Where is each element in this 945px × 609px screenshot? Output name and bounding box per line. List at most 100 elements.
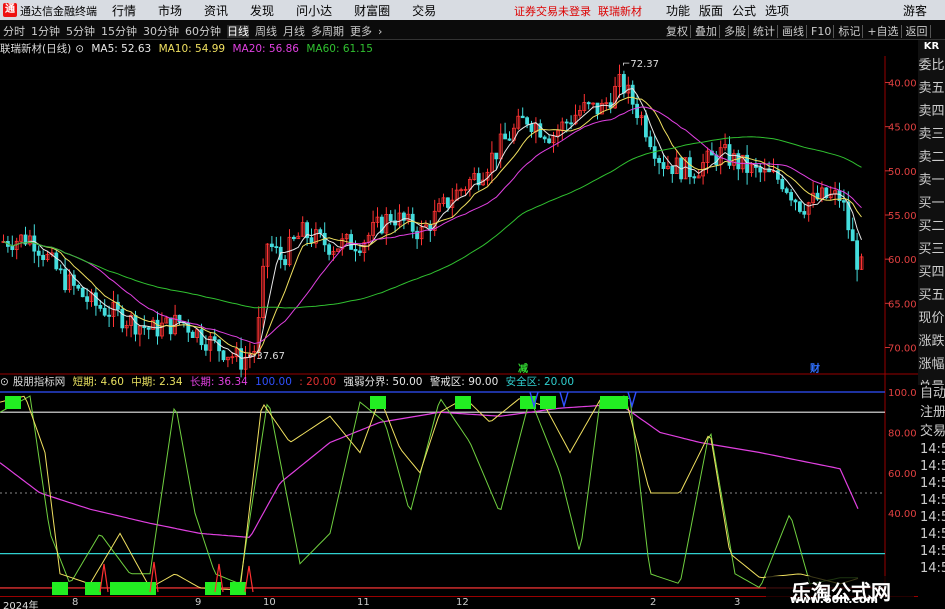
back-button[interactable]: 返回 [903,25,931,38]
period-toolbar: 分时 1分钟 5分钟 15分钟 30分钟 60分钟 日线 周线 月线 多周期 更多 › 复权 叠加 多股统… [0,20,945,40]
menu-item-trade[interactable]: 交易 [412,4,436,18]
f10-button[interactable]: F10 [809,25,835,38]
menu-item-market[interactable]: 市场 [158,4,182,18]
add-watchlist-button[interactable]: +自选 [865,25,902,38]
period-timeshare[interactable]: 分时 [3,25,25,38]
tick-time: 14:56 [920,527,945,542]
quote-change-pct[interactable]: 涨幅 [918,353,945,376]
draw-button[interactable]: 画线 [780,25,807,38]
signal-block [455,396,471,409]
chevron-right-icon[interactable]: › [378,25,382,38]
app-title: 通达信金融终端 [20,5,97,18]
quote-sell2[interactable]: 卖二 [918,146,945,169]
quote-sell3[interactable]: 卖三 [918,123,945,146]
candle-body [542,136,547,140]
quote-sell1[interactable]: 卖一 [918,169,945,192]
menu-item-discover[interactable]: 发现 [250,4,274,18]
y-tick-label: 55.00 [888,211,917,222]
indicator-name[interactable]: 股朋指标网 [13,376,66,388]
x-label-aug: 8 [72,597,79,608]
candle-body [85,296,89,302]
period-1min[interactable]: 1分钟 [31,25,60,38]
mark-button[interactable]: 标记 [836,25,864,38]
x-label-nov: 11 [357,597,370,608]
menu-item-layout[interactable]: 版面 [699,4,723,18]
event-marker-finance[interactable]: 财 [810,360,820,375]
quote-change[interactable]: 涨跌 [918,330,945,353]
menu-item-news[interactable]: 资讯 [204,4,228,18]
candle-body [309,237,314,244]
chart-area[interactable]: 100.0 80.00 60.00 40.00 70.00 65.00 60.00 55.0… [0,56,918,596]
candle-body [595,102,600,115]
menu-item-function[interactable]: 功能 [666,4,690,18]
period-5min[interactable]: 5分钟 [66,25,95,38]
tick-time: 14:56 [920,493,945,508]
trade-panel: 自动 注册 交易 14:56 14:56 14:56 14:56 14:56 1… [918,384,945,604]
settings-icon[interactable]: ⊙ [75,43,84,55]
event-marker-reduce[interactable]: 减 [518,360,528,375]
stats-button[interactable]: 统计 [751,25,778,38]
x-label-sep: 9 [195,597,202,608]
multi-stock-button[interactable]: 多股 [722,25,749,38]
quote-buy4[interactable]: 买四 [918,261,945,284]
menu-item-quotes[interactable]: 行情 [112,4,136,18]
period-multi[interactable]: 多周期 [311,25,344,38]
period-15min[interactable]: 15分钟 [101,25,137,38]
candle-body [388,214,393,222]
ind-y-tick-label: 40.00 [888,509,917,520]
signal-block [140,582,156,595]
menu-item-ask[interactable]: 问小达 [296,4,332,18]
trade-label[interactable]: 交易 [918,422,945,441]
candle-body [855,240,859,270]
candle-body [107,314,111,317]
param-short: 短期: 4.60 [72,376,124,388]
quote-buy5[interactable]: 买五 [918,284,945,307]
register-label[interactable]: 注册 [918,403,945,422]
menu-item-formula[interactable]: 公式 [732,4,756,18]
quote-buy1[interactable]: 买一 [918,192,945,215]
period-more[interactable]: 更多 [350,25,372,38]
stock-label[interactable]: 联瑞新材(日线) [0,43,71,55]
kr-tag: KR [923,41,940,52]
overlay-button[interactable]: 叠加 [693,25,720,38]
period-daily[interactable]: 日线 [227,25,249,38]
quote-sell5[interactable]: 卖五 [918,77,945,100]
candle-body [569,122,573,125]
indicator-settings-icon[interactable]: ⊙ [0,376,9,388]
guest-button[interactable]: 游客 [903,2,927,19]
period-monthly[interactable]: 月线 [283,25,305,38]
period-30min[interactable]: 30分钟 [143,25,179,38]
quote-buy2[interactable]: 买二 [918,215,945,238]
blue-spike [627,391,637,409]
candle-body [507,138,512,141]
auto-label[interactable]: 自动 [918,384,945,403]
candle-body [410,213,415,232]
signal-block [540,396,556,409]
period-60min[interactable]: 60分钟 [185,25,221,38]
candle-body [644,115,648,138]
ma10-label: MA10: 54.99 [158,43,226,55]
candle-body [120,308,125,329]
candle-body [850,229,855,242]
param-long: 长期: 36.34 [189,376,248,388]
candle-body [525,117,529,125]
candle-body [41,254,45,260]
quote-wei-bi[interactable]: 委比 [918,54,945,77]
candle-body [269,243,274,247]
quote-sell4[interactable]: 卖四 [918,100,945,123]
ma60-label: MA60: 61.15 [306,43,373,55]
quote-price[interactable]: 现价 [918,307,945,330]
quote-buy3[interactable]: 买三 [918,238,945,261]
candle-body [586,102,591,105]
ma20-label: MA20: 56.86 [232,43,299,55]
period-weekly[interactable]: 周线 [255,25,277,38]
watermark-url: www.60lt.com [790,593,879,606]
indicator-legend: ⊙ 股朋指标网 短期: 4.60 中期: 2.34 长期: 36.34 100.0… [0,374,660,389]
x-label-year: 2024年 [3,601,39,609]
adjust-button[interactable]: 复权 [664,25,691,38]
signal-block [110,582,126,595]
login-warning[interactable]: 证券交易未登录 联瑞新材 [514,3,642,19]
menu-item-wealth[interactable]: 财富圈 [354,4,390,18]
y-tick-label: 60.00 [888,255,917,266]
menu-item-options[interactable]: 选项 [765,4,789,18]
